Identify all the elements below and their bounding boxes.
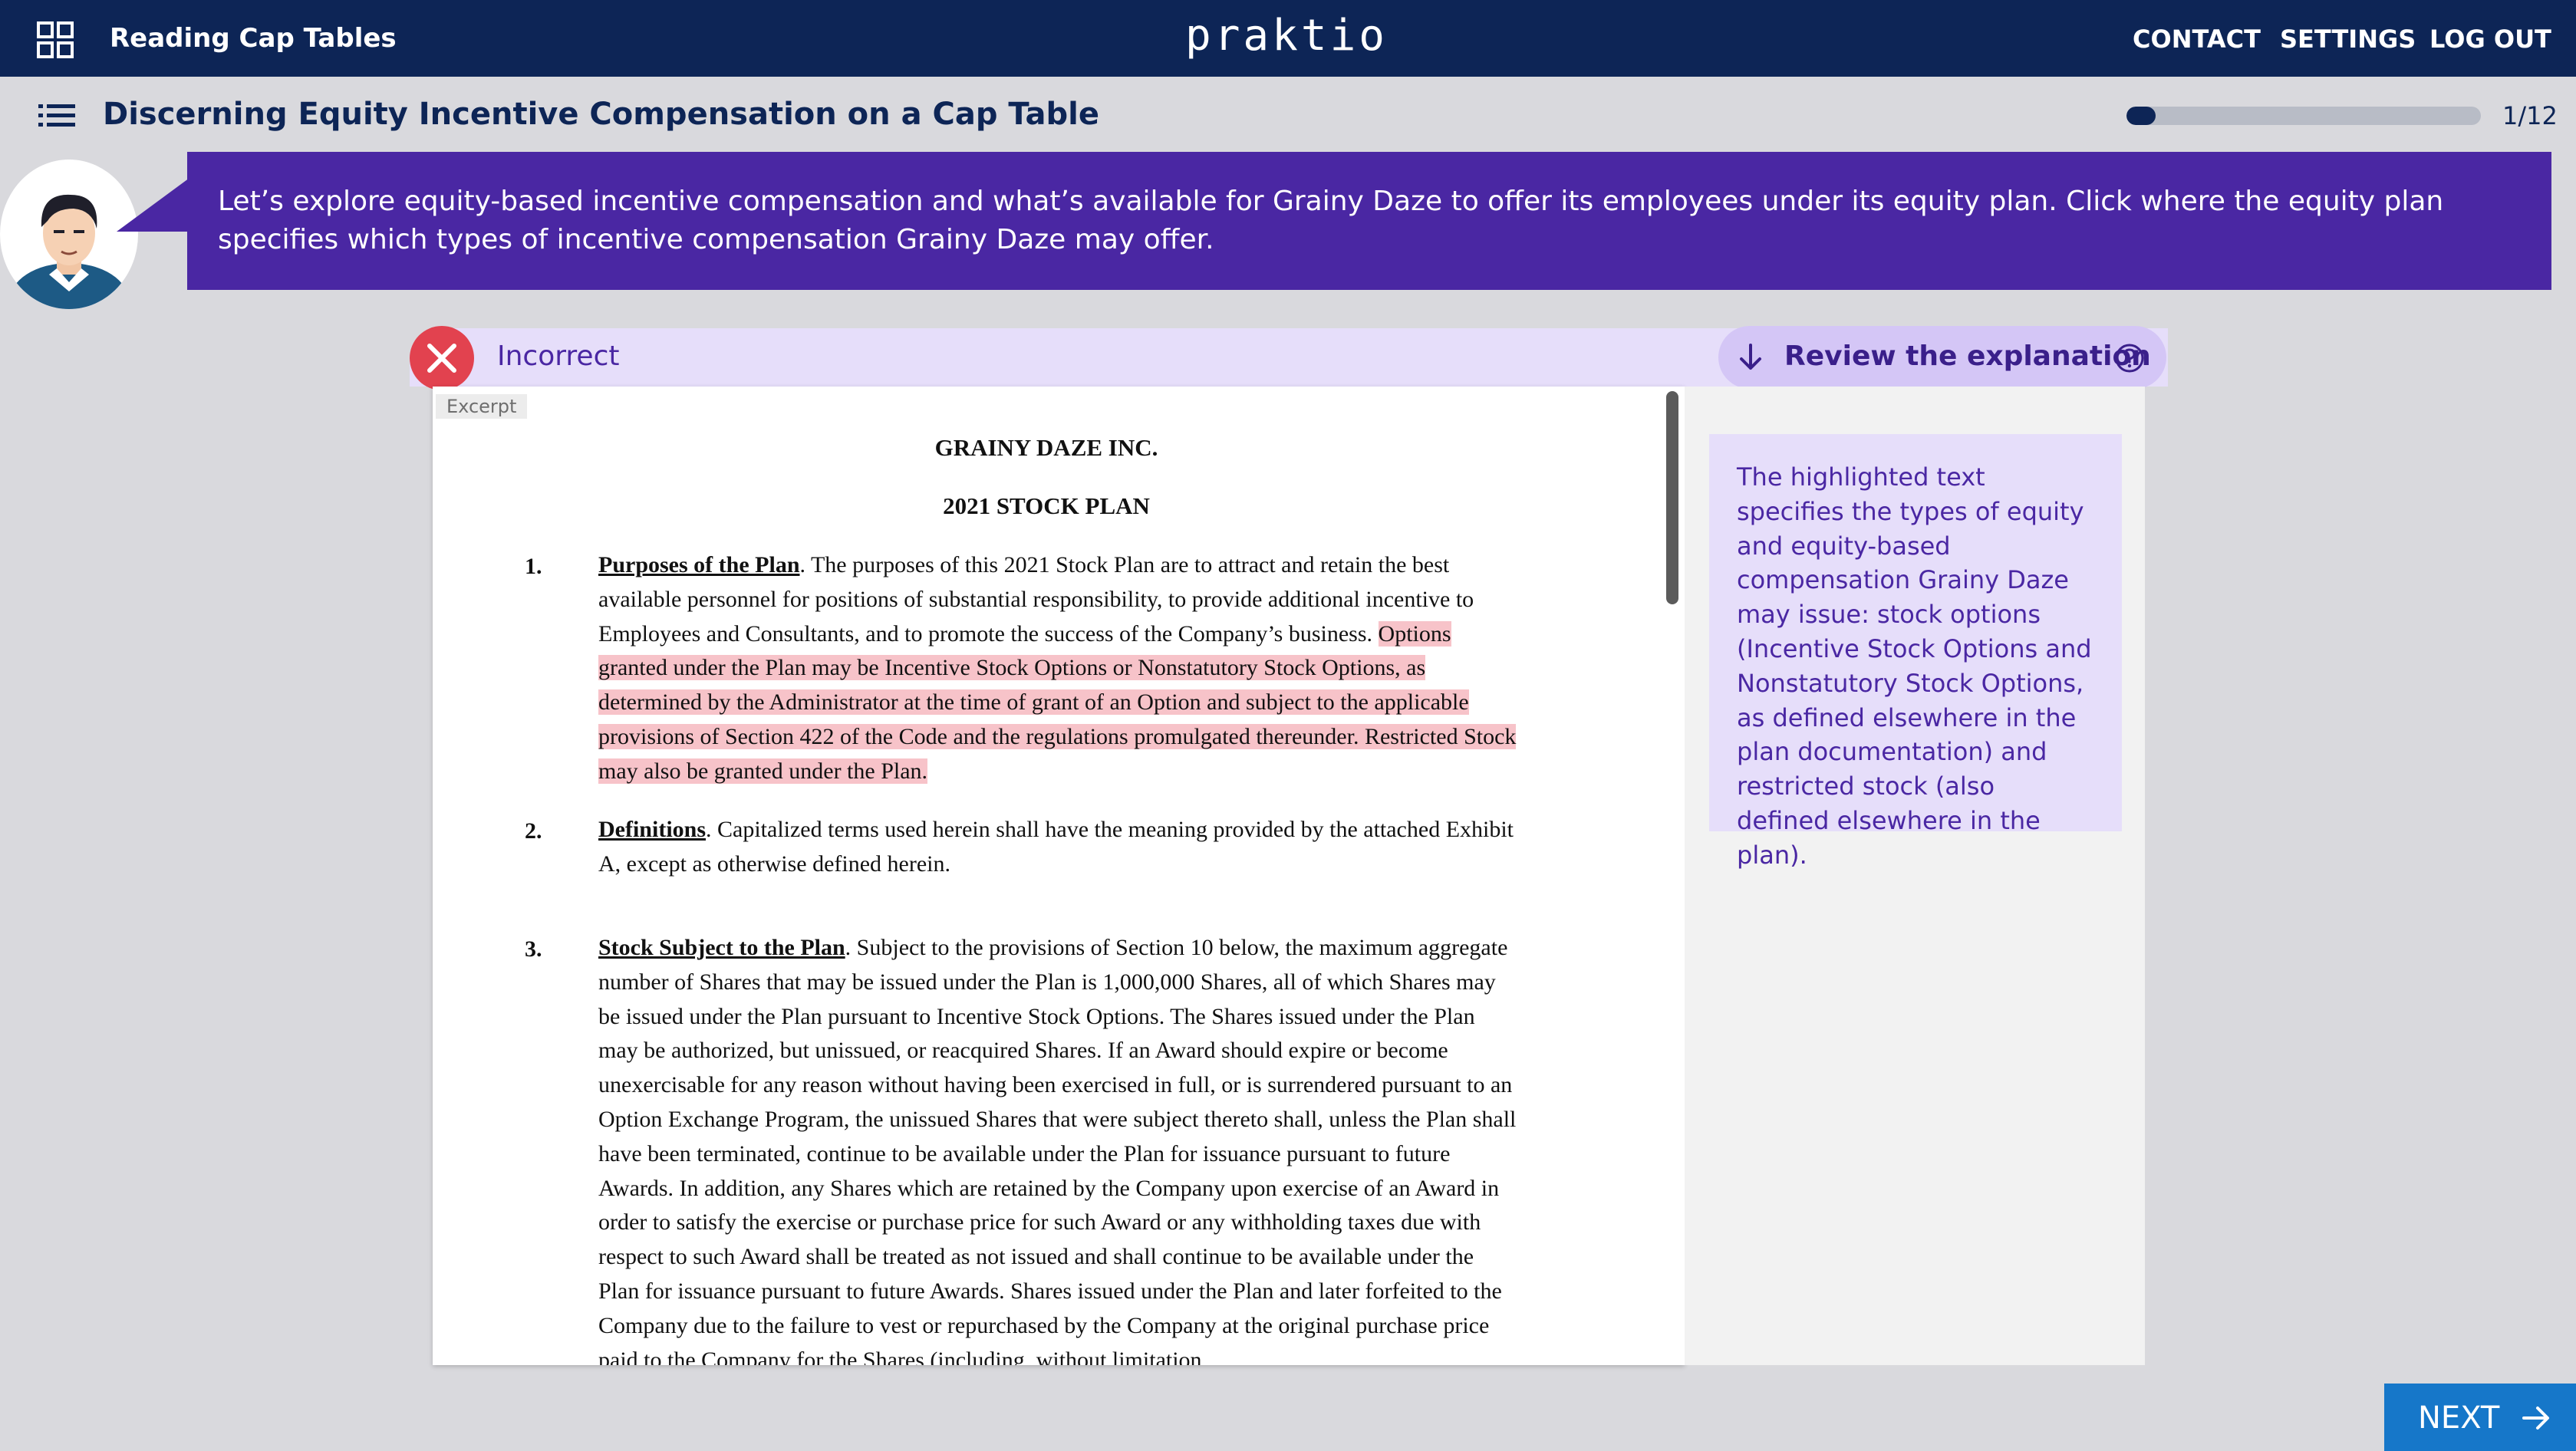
nav-settings-link[interactable]: SETTINGS [2280,25,2416,54]
help-icon[interactable] [2114,343,2145,373]
top-bar: Reading Cap Tables praktio CONTACT SETTI… [0,0,2576,77]
arrow-right-icon [2522,1407,2549,1430]
progress-label: 1/12 [2502,101,2558,130]
incorrect-badge [410,326,474,390]
prompt-text: Let’s explore equity-based incentive com… [218,186,2444,255]
excerpt-tag: Excerpt [436,394,528,419]
review-explanation-label[interactable]: Review the explanation [1784,341,2151,372]
list-menu-icon[interactable] [38,103,75,129]
document-panel[interactable]: Excerpt GRAINY DAZE INC. 2021 STOCK PLAN… [433,387,1685,1365]
section-heading: Stock Subject to the Plan [598,935,845,960]
nav-contact-link[interactable]: CONTACT [2133,25,2261,54]
company-heading: GRAINY DAZE INC. [934,434,1158,461]
speech-bubble-tail [117,178,189,232]
section-purposes[interactable]: Purposes of the Plan. The purposes of th… [598,548,1519,789]
progress-fill [2126,107,2156,125]
section-number: 3. [525,936,542,962]
app-title: Reading Cap Tables [110,23,397,54]
section-text[interactable]: . Subject to the provisions of Section 1… [598,935,1516,1365]
plan-title: 2021 STOCK PLAN [943,492,1150,519]
close-icon [427,344,456,373]
brand-logo[interactable]: praktio [1185,11,1388,61]
section-number: 2. [525,818,542,844]
explanation-text: The highlighted text specifies the types… [1737,462,2092,870]
incorrect-label: Incorrect [497,341,620,372]
section-definitions[interactable]: Definitions. Capitalized terms used here… [598,813,1519,882]
progress-bar [2126,107,2481,125]
lesson-title: Discerning Equity Incentive Compensation… [103,97,1099,132]
section-number: 1. [525,554,542,579]
explanation-box: The highlighted text specifies the types… [1709,434,2122,870]
next-button[interactable]: NEXT [2384,1384,2576,1451]
arrow-down-icon [1740,344,1761,370]
grid-menu-icon[interactable] [37,21,74,58]
next-label[interactable]: NEXT [2418,1400,2499,1436]
prompt-banner: Let’s explore equity-based incentive com… [187,152,2551,290]
nav-logout-link[interactable]: LOG OUT [2429,25,2551,54]
section-text[interactable]: . Capitalized terms used herein shall ha… [598,817,1514,877]
section-heading: Definitions [598,817,707,842]
section-heading: Purposes of the Plan [598,552,800,577]
document-scrollbar[interactable] [1666,391,1678,604]
section-stock-subject[interactable]: Stock Subject to the Plan. Subject to th… [598,931,1519,1365]
